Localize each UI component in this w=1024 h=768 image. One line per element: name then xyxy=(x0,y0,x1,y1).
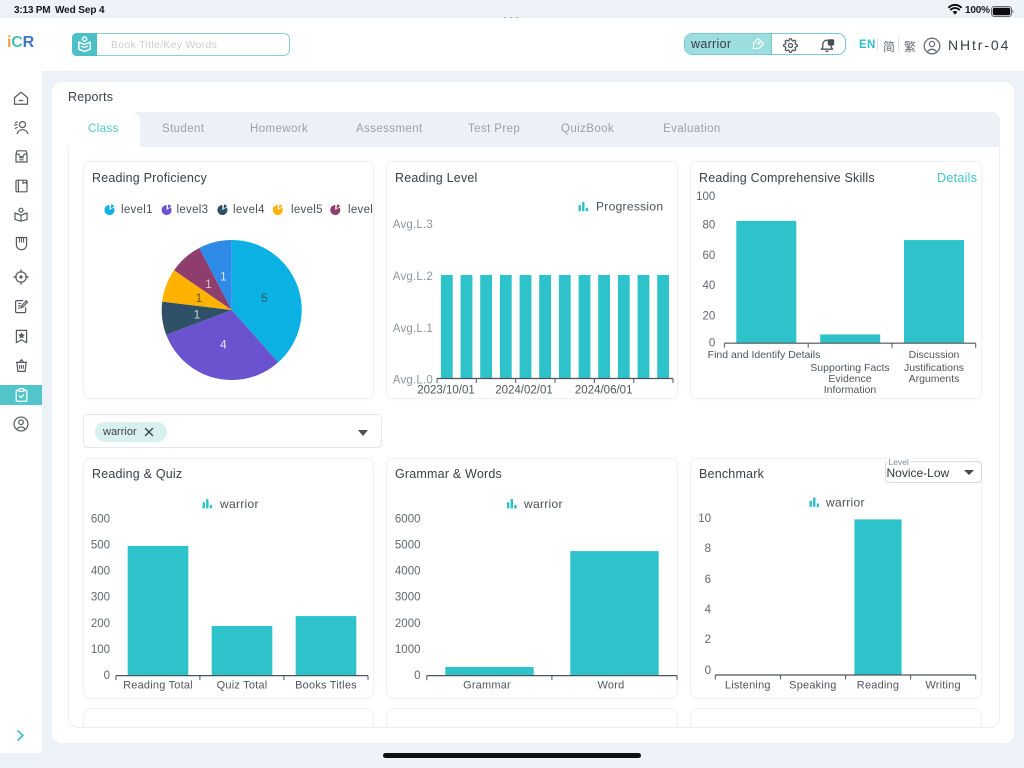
svg-text:Quiz Total: Quiz Total xyxy=(217,679,268,691)
svg-text:level4: level4 xyxy=(233,204,265,216)
svg-text:Grammar: Grammar xyxy=(463,679,511,691)
svg-text:Reading Total: Reading Total xyxy=(123,679,193,691)
svg-text:2024/06/01: 2024/06/01 xyxy=(575,385,633,397)
svg-text:100: 100 xyxy=(91,643,110,655)
svg-text:6: 6 xyxy=(705,574,711,586)
svg-text:level5: level5 xyxy=(291,204,323,216)
svg-text:Avg.L.3: Avg.L.3 xyxy=(393,219,433,231)
svg-text:Avg.L.1: Avg.L.1 xyxy=(393,323,433,335)
svg-text:Avg.L.2: Avg.L.2 xyxy=(393,271,433,283)
svg-text:6000: 6000 xyxy=(395,513,421,525)
svg-text:4: 4 xyxy=(705,604,712,616)
svg-text:Arguments: Arguments xyxy=(909,373,960,385)
svg-text:80: 80 xyxy=(703,219,716,231)
svg-text:0: 0 xyxy=(414,670,420,682)
svg-text:8: 8 xyxy=(705,543,711,555)
svg-text:60: 60 xyxy=(703,250,716,262)
svg-text:600: 600 xyxy=(91,513,110,525)
svg-text:4: 4 xyxy=(220,337,227,351)
svg-text:level6: level6 xyxy=(348,204,374,216)
svg-text:Listening: Listening xyxy=(725,679,771,691)
svg-text:3000: 3000 xyxy=(395,591,421,603)
svg-text:1000: 1000 xyxy=(395,643,421,655)
svg-text:300: 300 xyxy=(91,591,110,603)
svg-text:2000: 2000 xyxy=(395,617,421,629)
svg-text:Writing: Writing xyxy=(925,679,960,691)
svg-text:Progression: Progression xyxy=(596,199,663,213)
svg-text:0: 0 xyxy=(104,670,110,682)
svg-text:Speaking: Speaking xyxy=(789,679,836,691)
svg-text:400: 400 xyxy=(91,565,110,577)
svg-text:1: 1 xyxy=(220,269,227,283)
svg-text:40: 40 xyxy=(703,280,716,292)
svg-text:10: 10 xyxy=(698,513,711,525)
svg-text:200: 200 xyxy=(91,617,110,629)
svg-text:1: 1 xyxy=(196,291,203,305)
svg-text:warrior: warrior xyxy=(523,496,563,510)
svg-text:1: 1 xyxy=(194,308,201,322)
svg-text:0: 0 xyxy=(705,665,711,677)
svg-text:5: 5 xyxy=(261,291,268,305)
svg-text:2023/10/01: 2023/10/01 xyxy=(417,385,475,397)
svg-text:level3: level3 xyxy=(177,204,209,216)
svg-text:Discussion: Discussion xyxy=(909,349,960,361)
svg-text:level1: level1 xyxy=(121,204,153,216)
svg-text:warrior: warrior xyxy=(825,495,865,509)
svg-text:Word: Word xyxy=(598,679,625,691)
svg-text:Reading: Reading xyxy=(857,679,899,691)
svg-text:20: 20 xyxy=(703,311,716,323)
svg-text:0: 0 xyxy=(709,337,715,349)
svg-text:4000: 4000 xyxy=(395,565,421,577)
svg-text:Find and Identify Details: Find and Identify Details xyxy=(708,349,821,361)
svg-text:Information: Information xyxy=(824,384,877,396)
svg-text:500: 500 xyxy=(91,539,110,551)
svg-text:2: 2 xyxy=(705,634,711,646)
svg-text:5000: 5000 xyxy=(395,539,421,551)
svg-text:1: 1 xyxy=(205,277,212,291)
svg-text:Books Titles: Books Titles xyxy=(295,679,357,691)
svg-text:100: 100 xyxy=(696,191,715,203)
svg-text:2024/02/01: 2024/02/01 xyxy=(495,385,553,397)
svg-text:warrior: warrior xyxy=(219,496,259,510)
